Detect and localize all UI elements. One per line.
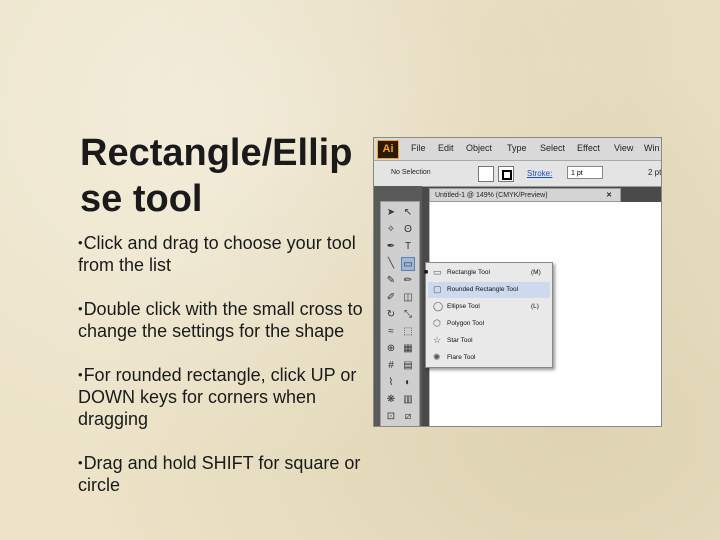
- bullet-item: •For rounded rectangle, click UP or DOWN…: [78, 364, 368, 430]
- menu-object[interactable]: Object: [466, 143, 492, 153]
- flyout-item-flare[interactable]: ✺ Flare Tool: [428, 350, 550, 366]
- flyout-item-rectangle[interactable]: ■ ▭ Rectangle Tool (M): [424, 265, 550, 281]
- flyout-item-rounded-rectangle[interactable]: ▢ Rounded Rectangle Tool: [428, 282, 550, 298]
- close-icon[interactable]: ✕: [606, 189, 612, 203]
- blob-brush-tool-icon[interactable]: ✐: [384, 291, 398, 305]
- selection-tool-icon[interactable]: ➤: [384, 206, 398, 220]
- shortcut-key: (M): [531, 269, 541, 276]
- flyout-item-star[interactable]: ☆ Star Tool: [428, 333, 550, 349]
- flyout-item-label: Ellipse Tool: [447, 303, 480, 310]
- bullet-marker: •: [78, 301, 83, 316]
- selected-marker: ■: [424, 269, 429, 276]
- blend-tool-icon[interactable]: ◐: [401, 376, 415, 390]
- stroke-weight-field[interactable]: 1 pt: [567, 166, 603, 179]
- flyout-item-ellipse[interactable]: ◯ Ellipse Tool (L): [428, 299, 550, 315]
- column-graph-tool-icon[interactable]: ▥: [401, 393, 415, 407]
- menu-window[interactable]: Win: [644, 143, 660, 153]
- bullet-item: •Click and drag to choose your tool from…: [78, 232, 368, 276]
- symbol-sprayer-tool-icon[interactable]: ❋: [384, 393, 398, 407]
- bullet-list: •Click and drag to choose your tool from…: [78, 232, 368, 518]
- document-tab-title: Untitled-1 @ 149% (CMYK/Preview): [435, 192, 548, 199]
- warp-tool-icon[interactable]: ≈: [384, 325, 398, 339]
- flyout-item-label: Star Tool: [447, 337, 473, 344]
- ellipse-tool-icon: ◯: [433, 301, 444, 311]
- flyout-item-label: Rounded Rectangle Tool: [447, 286, 519, 293]
- artboard-tool-icon[interactable]: ⊡: [384, 410, 398, 424]
- app-logo: Ai: [377, 140, 399, 159]
- bullet-marker: •: [78, 235, 83, 250]
- bullet-text: Drag and hold SHIFT for square or circle: [78, 453, 361, 495]
- bullet-text: For rounded rectangle, click UP or DOWN …: [78, 365, 357, 429]
- flyout-item-label: Rectangle Tool: [447, 269, 490, 276]
- perspective-grid-tool-icon[interactable]: ▦: [401, 342, 415, 356]
- mesh-tool-icon[interactable]: #: [384, 359, 398, 373]
- illustrator-screenshot: Ai File Edit Object Type Select Effect V…: [373, 137, 662, 427]
- slide-title: Rectangle/Ellipse tool: [80, 132, 353, 220]
- scale-tool-icon[interactable]: ⤡: [401, 308, 415, 322]
- stroke-link[interactable]: Stroke:: [527, 169, 552, 178]
- bullet-marker: •: [78, 455, 83, 470]
- bullet-item: •Double click with the small cross to ch…: [78, 298, 368, 342]
- brush-size-value[interactable]: 2 pt: [648, 168, 661, 177]
- bullet-item: •Drag and hold SHIFT for square or circl…: [78, 452, 368, 496]
- paintbrush-tool-icon[interactable]: ✎: [384, 274, 398, 288]
- shape-tools-flyout: ■ ▭ Rectangle Tool (M) ▢ Rounded Rectang…: [424, 262, 553, 368]
- pencil-tool-icon[interactable]: ✏: [401, 274, 415, 288]
- eraser-tool-icon[interactable]: ◫: [401, 291, 415, 305]
- direct-selection-tool-icon[interactable]: ↖: [401, 206, 415, 220]
- bullet-text: Double click with the small cross to cha…: [78, 299, 363, 341]
- bullet-text: Click and drag to choose your tool from …: [78, 233, 356, 275]
- shape-builder-tool-icon[interactable]: ⊕: [384, 342, 398, 356]
- rectangle-tool-icon: ▭: [433, 267, 442, 277]
- rounded-rectangle-tool-icon: ▢: [433, 284, 442, 294]
- flyout-item-label: Polygon Tool: [447, 320, 485, 327]
- menu-bar: Ai File Edit Object Type Select Effect V…: [374, 138, 661, 161]
- type-tool-icon[interactable]: T: [401, 240, 415, 254]
- menu-view[interactable]: View: [614, 143, 633, 153]
- free-transform-tool-icon[interactable]: ⬚: [401, 325, 415, 339]
- flare-tool-icon: ✺: [433, 352, 441, 362]
- eyedropper-tool-icon[interactable]: ⌇: [384, 376, 398, 390]
- selection-status: No Selection: [391, 169, 431, 176]
- rotate-tool-icon[interactable]: ↻: [384, 308, 398, 322]
- flyout-item-label: Flare Tool: [447, 354, 476, 361]
- tools-panel: ➤ ↖ ✧ ʘ ✒ T ╲ ▭ ✎ ✏ ✐ ◫ ↻ ⤡ ≈ ⬚ ⊕ ▦ # ▤ …: [380, 201, 420, 426]
- shortcut-key: (L): [531, 303, 539, 310]
- bullet-marker: •: [78, 367, 83, 382]
- menu-file[interactable]: File: [411, 143, 426, 153]
- stroke-swatch[interactable]: [498, 166, 514, 182]
- document-tab[interactable]: Untitled-1 @ 149% (CMYK/Preview) ✕: [429, 188, 621, 202]
- menu-select[interactable]: Select: [540, 143, 565, 153]
- slice-tool-icon[interactable]: ⧄: [401, 410, 415, 424]
- menu-type[interactable]: Type: [507, 143, 527, 153]
- flyout-item-polygon[interactable]: ⬡ Polygon Tool: [428, 316, 550, 332]
- rectangle-tool-icon[interactable]: ▭: [401, 257, 415, 271]
- menu-edit[interactable]: Edit: [438, 143, 454, 153]
- control-bar: No Selection Stroke: 1 pt 2 pt: [374, 161, 661, 187]
- line-tool-icon[interactable]: ╲: [384, 257, 398, 271]
- pen-tool-icon[interactable]: ✒: [384, 240, 398, 254]
- menu-effect[interactable]: Effect: [577, 143, 600, 153]
- polygon-tool-icon: ⬡: [433, 318, 441, 328]
- fill-swatch[interactable]: [478, 166, 494, 182]
- star-tool-icon: ☆: [433, 335, 442, 345]
- magic-wand-tool-icon[interactable]: ✧: [384, 223, 398, 237]
- gradient-tool-icon[interactable]: ▤: [401, 359, 415, 373]
- lasso-tool-icon[interactable]: ʘ: [401, 223, 415, 237]
